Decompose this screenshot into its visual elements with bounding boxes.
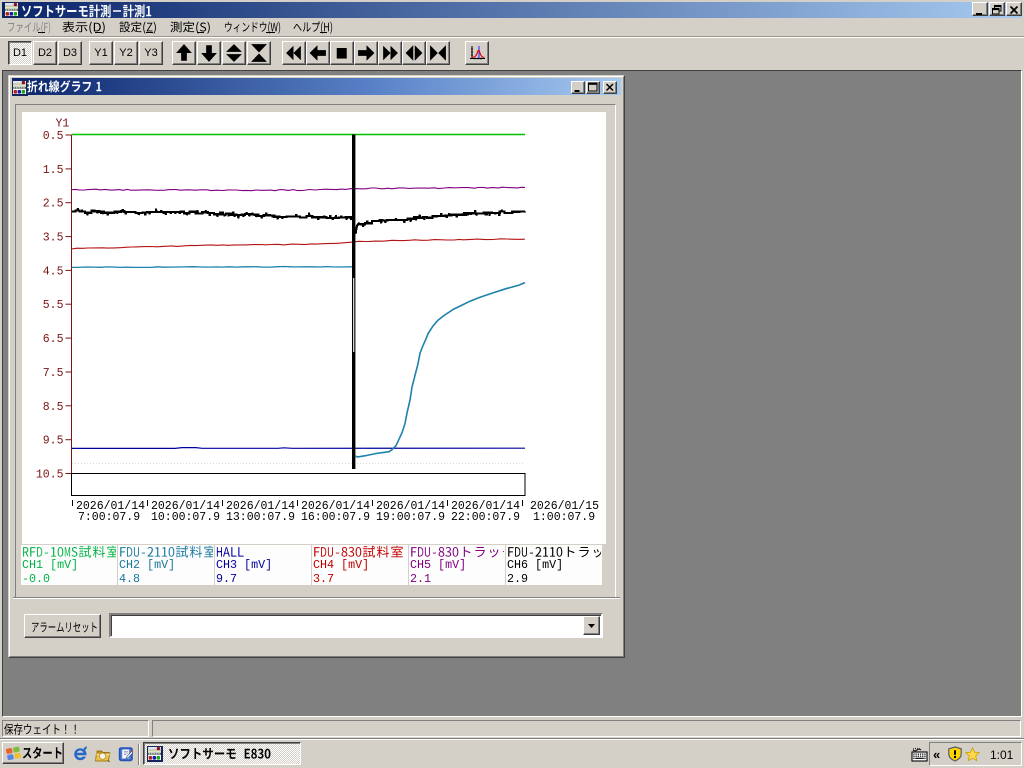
svg-text:16:00:07.9: 16:00:07.9 xyxy=(301,511,370,524)
svg-text:19:00:07.9: 19:00:07.9 xyxy=(376,511,445,524)
svg-text:3.5: 3.5 xyxy=(43,232,64,245)
svg-text:6.5: 6.5 xyxy=(43,333,64,346)
svg-text:22:00:07.9: 22:00:07.9 xyxy=(451,511,520,524)
svg-text:13:00:07.9: 13:00:07.9 xyxy=(226,511,295,524)
svg-text:Y1: Y1 xyxy=(56,118,70,131)
svg-text:1:00:07.9: 1:00:07.9 xyxy=(533,511,595,524)
svg-text:4.5: 4.5 xyxy=(43,265,64,278)
svg-text:10:00:07.9: 10:00:07.9 xyxy=(151,511,220,524)
svg-text:8.5: 8.5 xyxy=(43,401,64,414)
svg-text:0.5: 0.5 xyxy=(43,130,64,143)
svg-text:9.5: 9.5 xyxy=(43,435,64,448)
svg-text:10.5: 10.5 xyxy=(36,469,64,482)
svg-text:7:00:07.9: 7:00:07.9 xyxy=(78,511,140,524)
svg-text:2.5: 2.5 xyxy=(43,198,64,211)
svg-text:1.5: 1.5 xyxy=(43,164,64,177)
svg-text:5.5: 5.5 xyxy=(43,299,64,312)
svg-text:7.5: 7.5 xyxy=(43,367,64,380)
